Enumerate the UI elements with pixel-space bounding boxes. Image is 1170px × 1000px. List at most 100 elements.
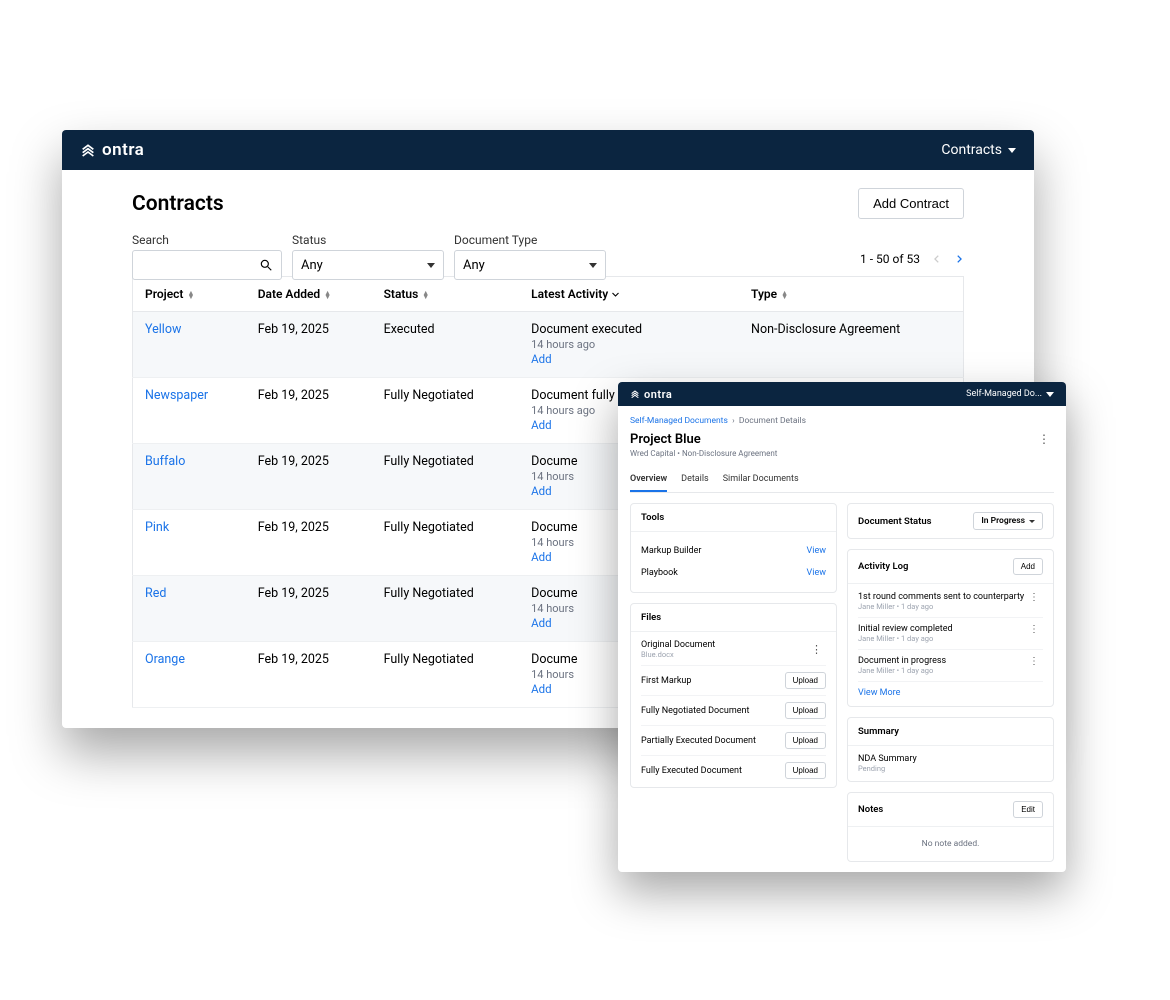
summary-title: NDA Summary [858, 754, 1043, 764]
search-icon [259, 258, 273, 272]
tool-view-link[interactable]: View [807, 546, 826, 556]
add-contract-button[interactable]: Add Contract [858, 188, 964, 219]
col-type[interactable]: Type▲▼ [739, 277, 963, 312]
view-more-link[interactable]: View More [858, 682, 1043, 704]
log-title: Initial review completed [858, 624, 953, 634]
nav-label: Contracts [941, 142, 1002, 158]
files-card: Files Original DocumentBlue.docx⋮First M… [630, 603, 837, 788]
breadcrumb-leaf: Document Details [739, 416, 806, 426]
log-item: Initial review completedJane Miller • 1 … [858, 618, 1043, 650]
status-cell: Fully Negotiated [372, 444, 520, 510]
project-link[interactable]: Newspaper [145, 388, 208, 403]
upload-button[interactable]: Upload [785, 762, 826, 779]
date-cell: Feb 19, 2025 [246, 576, 372, 642]
col-status[interactable]: Status▲▼ [372, 277, 520, 312]
project-link[interactable]: Pink [145, 520, 169, 535]
doctype-select[interactable]: Any [454, 250, 606, 280]
col-date[interactable]: Date Added▲▼ [246, 277, 372, 312]
chevron-down-icon [611, 290, 620, 299]
summary-heading: Summary [848, 718, 1053, 746]
file-row: Fully Negotiated DocumentUpload [641, 695, 826, 725]
project-link[interactable]: Red [145, 586, 166, 601]
next-page-button[interactable] [954, 254, 964, 264]
tab-overview[interactable]: Overview [630, 468, 667, 492]
log-title: Document in progress [858, 656, 946, 666]
nav-contracts[interactable]: Contracts [941, 142, 1016, 158]
tool-label: Markup Builder [641, 546, 701, 556]
logo: ontra [80, 140, 144, 160]
chevron-right-icon [954, 254, 964, 264]
tool-view-link[interactable]: View [807, 568, 826, 578]
add-activity-link[interactable]: Add [531, 484, 551, 498]
status-cell: Fully Negotiated [372, 378, 520, 444]
breadcrumb: Self-Managed Documents › Document Detail… [630, 416, 1054, 426]
project-link[interactable]: Yellow [145, 322, 181, 337]
upload-button[interactable]: Upload [785, 702, 826, 719]
project-link[interactable]: Buffalo [145, 454, 185, 469]
nav-self-managed[interactable]: Self-Managed Do... [966, 389, 1054, 399]
detail-grid: Tools Markup BuilderViewPlaybookView Fil… [630, 503, 1054, 862]
file-kebab[interactable]: ⋮ [807, 643, 826, 656]
sort-icon: ▲▼ [422, 291, 429, 299]
chevron-down-icon [1046, 392, 1054, 397]
brand-text: ontra [644, 388, 672, 401]
logo-icon [630, 389, 640, 399]
tab-details[interactable]: Details [681, 468, 709, 492]
log-sub: Jane Miller • 1 day ago [858, 666, 946, 675]
doc-status-card: Document Status In Progress [847, 503, 1054, 539]
search-input[interactable] [132, 250, 282, 280]
add-activity-link[interactable]: Add [531, 616, 551, 630]
add-activity-link[interactable]: Add [531, 418, 551, 432]
activity-add-button[interactable]: Add [1013, 558, 1043, 575]
log-item: 1st round comments sent to counterpartyJ… [858, 586, 1043, 618]
upload-button[interactable]: Upload [785, 672, 826, 689]
chevron-down-icon [1029, 520, 1035, 523]
log-kebab[interactable]: ⋮ [1025, 656, 1043, 667]
topbar: ontra Contracts [62, 130, 1034, 170]
status-select[interactable]: Any [292, 250, 444, 280]
upload-button[interactable]: Upload [785, 732, 826, 749]
doctype-group: Document Type Any [454, 233, 606, 280]
notes-card: Notes Edit No note added. [847, 792, 1054, 862]
status-cell: Executed [372, 312, 520, 378]
date-cell: Feb 19, 2025 [246, 444, 372, 510]
table-row[interactable]: Yellow Feb 19, 2025 Executed Document ex… [133, 312, 964, 378]
col-activity[interactable]: Latest Activity [519, 277, 739, 312]
tab-similar[interactable]: Similar Documents [723, 468, 799, 492]
logo-icon [80, 142, 96, 158]
project-link[interactable]: Orange [145, 652, 185, 667]
file-row: First MarkupUpload [641, 665, 826, 695]
summary-sub: Pending [858, 764, 1043, 773]
notes-edit-button[interactable]: Edit [1013, 801, 1043, 818]
notes-heading: Notes [858, 804, 883, 815]
log-kebab[interactable]: ⋮ [1025, 592, 1043, 603]
kebab-menu[interactable]: ⋮ [1034, 432, 1054, 446]
chevron-down-icon [1008, 148, 1016, 153]
status-label: Status [292, 233, 444, 247]
breadcrumb-root[interactable]: Self-Managed Documents [630, 416, 728, 426]
add-activity-link[interactable]: Add [531, 352, 551, 366]
page-title: Contracts [132, 192, 224, 216]
log-kebab[interactable]: ⋮ [1025, 624, 1043, 635]
detail-title: Project Blue [630, 432, 777, 447]
status-value: Any [301, 258, 323, 273]
tool-row: PlaybookView [641, 562, 826, 584]
search-label: Search [132, 233, 282, 247]
doctype-value: Any [463, 258, 485, 273]
search-group: Search [132, 233, 282, 280]
detail-body: Self-Managed Documents › Document Detail… [618, 406, 1066, 872]
col-project[interactable]: Project▲▼ [133, 277, 246, 312]
page-header: Contracts Add Contract [132, 188, 964, 219]
log-sub: Jane Miller • 1 day ago [858, 634, 953, 643]
date-cell: Feb 19, 2025 [246, 642, 372, 708]
status-cell: Fully Negotiated [372, 642, 520, 708]
add-activity-link[interactable]: Add [531, 550, 551, 564]
add-activity-link[interactable]: Add [531, 682, 551, 696]
prev-page-button[interactable] [932, 254, 942, 264]
type-cell: Non-Disclosure Agreement [739, 312, 963, 378]
notes-body: No note added. [848, 827, 1053, 861]
doc-status-heading: Document Status [858, 516, 932, 527]
log-title: 1st round comments sent to counterparty [858, 592, 1024, 602]
doc-status-select[interactable]: In Progress [973, 512, 1043, 530]
status-cell: Fully Negotiated [372, 576, 520, 642]
